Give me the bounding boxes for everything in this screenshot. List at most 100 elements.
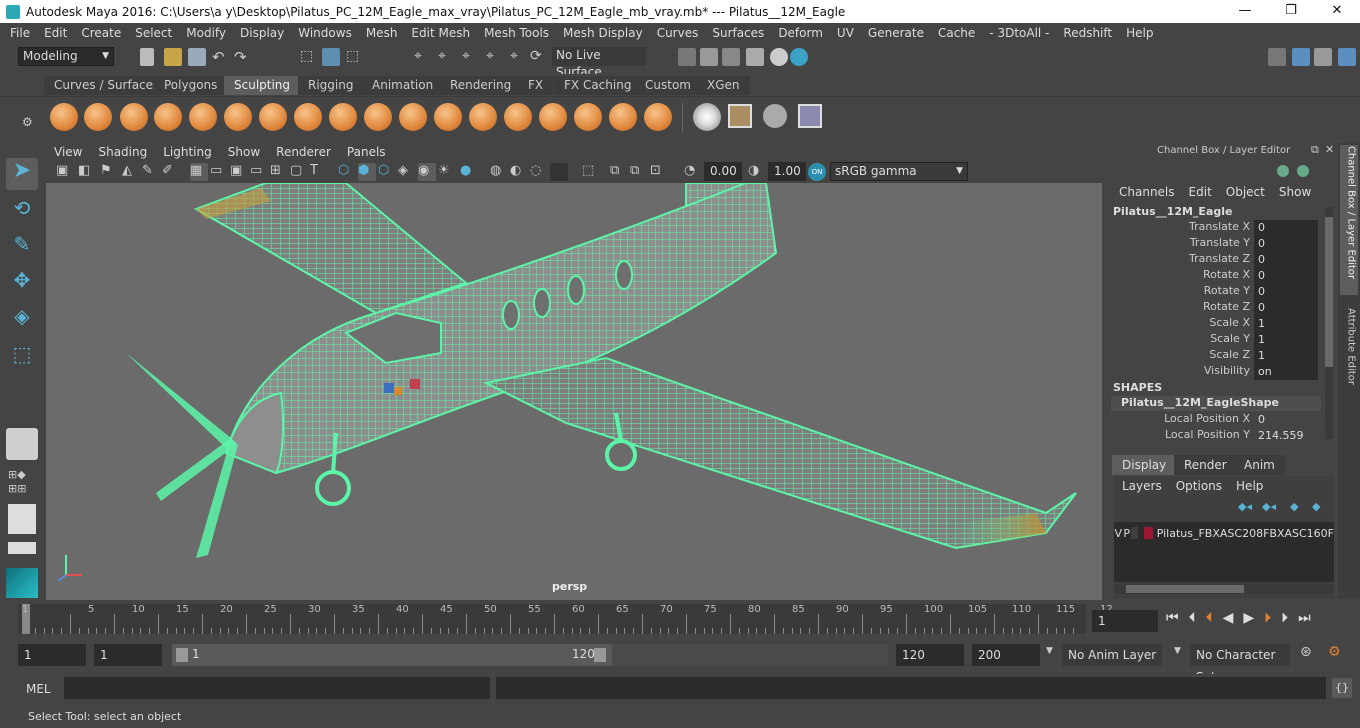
layer-menu-layers[interactable]: Layers bbox=[1122, 479, 1162, 493]
side-tab-channel-box[interactable]: Channel Box / Layer Editor bbox=[1340, 145, 1358, 295]
color-management-icon[interactable]: ON bbox=[808, 163, 826, 181]
menu-create[interactable]: Create bbox=[81, 26, 121, 40]
current-frame-input[interactable]: 1 bbox=[1092, 610, 1158, 632]
motion-blur-icon[interactable]: ◍ bbox=[490, 163, 508, 181]
ipr-render-icon[interactable] bbox=[722, 48, 740, 66]
select-component-icon[interactable]: ⬚ bbox=[346, 48, 364, 66]
knife-tool-icon[interactable] bbox=[504, 103, 532, 131]
pinch-tool-icon[interactable] bbox=[189, 103, 217, 131]
side-tab-attribute-editor[interactable]: Attribute Editor bbox=[1340, 303, 1358, 393]
shape-name[interactable]: Pilatus__12M_EagleShape bbox=[1111, 396, 1321, 411]
minimize-button[interactable]: — bbox=[1222, 0, 1268, 23]
attr-scale-z[interactable]: Scale Z 1 bbox=[1107, 348, 1322, 364]
attr-scale-y[interactable]: Scale Y 1 bbox=[1107, 332, 1322, 348]
tab-render[interactable]: Render bbox=[1174, 455, 1237, 475]
layer-visibility-toggle[interactable]: V bbox=[1114, 527, 1122, 540]
menu-edit-mesh[interactable]: Edit Mesh bbox=[411, 26, 470, 40]
snap-curve-icon[interactable]: ⌖ bbox=[438, 48, 456, 66]
freeze-tool-icon[interactable] bbox=[644, 103, 672, 131]
imprint-tool-icon[interactable] bbox=[364, 103, 392, 131]
smooth-tool-icon[interactable] bbox=[84, 103, 112, 131]
attr-value[interactable]: 1 bbox=[1254, 348, 1318, 364]
textured-icon[interactable]: ◈ bbox=[398, 163, 416, 181]
resolution-gate-icon[interactable]: ▣ bbox=[230, 163, 248, 181]
tab-fx[interactable]: FX bbox=[518, 76, 554, 95]
attr-visibility[interactable]: Visibility on bbox=[1107, 364, 1322, 380]
attr-translate-x[interactable]: Translate X 0 bbox=[1107, 220, 1322, 236]
viewport-menu-panels[interactable]: Panels bbox=[347, 145, 386, 159]
menu-generate[interactable]: Generate bbox=[868, 26, 924, 40]
select-object-icon[interactable] bbox=[322, 48, 340, 66]
single-perspective-layout-icon[interactable] bbox=[6, 428, 38, 460]
attribute-editor-toggle-icon[interactable] bbox=[1314, 48, 1332, 66]
command-language-label[interactable]: MEL bbox=[18, 680, 58, 698]
snap-grid-icon[interactable]: ⌖ bbox=[414, 48, 432, 66]
attr-translate-y[interactable]: Translate Y 0 bbox=[1107, 236, 1322, 252]
safe-title-icon[interactable]: T bbox=[310, 163, 328, 181]
character-set-dropdown[interactable]: No Character Set bbox=[1190, 644, 1290, 684]
safe-action-icon[interactable]: ▢ bbox=[290, 163, 308, 181]
close-panel-icon[interactable]: ✕ bbox=[1325, 143, 1334, 156]
render-settings-icon[interactable] bbox=[678, 48, 696, 66]
attr-value[interactable]: 0 bbox=[1254, 300, 1318, 316]
animation-preferences-icon[interactable]: ⚙ bbox=[1328, 644, 1348, 664]
attr-local-position-y[interactable]: Local Position Y 214.559 bbox=[1107, 428, 1322, 444]
wax-tool-icon[interactable] bbox=[399, 103, 427, 131]
depth-of-field-icon[interactable]: ◌ bbox=[530, 163, 548, 181]
bookmark-icon[interactable]: ⚑ bbox=[100, 163, 118, 181]
gamma-input[interactable]: 1.00 bbox=[768, 162, 806, 181]
save-scene-icon[interactable] bbox=[188, 48, 206, 66]
layer-type-toggle[interactable] bbox=[1130, 527, 1139, 539]
amplify-tool-icon[interactable] bbox=[609, 103, 637, 131]
magnet-icon[interactable]: ⟳ bbox=[530, 48, 548, 66]
texture-deformer-icon[interactable] bbox=[798, 104, 822, 128]
flatten-tool-icon[interactable] bbox=[224, 103, 252, 131]
step-back-key-icon[interactable]: ⏴ bbox=[1206, 610, 1213, 632]
move-tool-icon[interactable]: ✥ bbox=[6, 268, 38, 300]
attr-value[interactable]: 214.559 bbox=[1254, 428, 1318, 444]
isolate-select-icon[interactable] bbox=[550, 163, 568, 181]
live-surface-field[interactable]: No Live Surface bbox=[552, 47, 646, 79]
close-button[interactable]: ✕ bbox=[1314, 0, 1360, 23]
step-forward-key-icon[interactable]: ⏵ bbox=[1264, 610, 1271, 632]
shadows-icon[interactable]: ☀ bbox=[438, 163, 456, 181]
repeat-tool-icon[interactable] bbox=[329, 103, 357, 131]
redo-icon[interactable]: ↷ bbox=[234, 48, 252, 66]
attr-value[interactable]: 0 bbox=[1254, 252, 1318, 268]
layer-hscrollbar[interactable] bbox=[1114, 584, 1334, 594]
time-slider-ruler[interactable]: 1 5 10 15 20 25 30 35 40 45 50 55 60 65 70 75 80 85 90 95 10… bbox=[18, 604, 1113, 634]
script-editor-icon[interactable]: {} bbox=[1332, 678, 1352, 698]
menu-deform[interactable]: Deform bbox=[778, 26, 823, 40]
range-start-handle[interactable] bbox=[176, 648, 188, 662]
range-end-handle[interactable] bbox=[594, 648, 606, 662]
tab-polygons[interactable]: Polygons bbox=[154, 76, 228, 95]
fill-tool-icon[interactable] bbox=[469, 103, 497, 131]
sculpt-tool-icon[interactable] bbox=[50, 103, 78, 131]
channel-menu-edit[interactable]: Edit bbox=[1189, 185, 1212, 199]
grease-pencil-icon[interactable]: ✎ bbox=[142, 163, 160, 181]
maya-home-icon[interactable] bbox=[6, 568, 38, 598]
play-forwards-icon[interactable]: ▶ bbox=[1243, 610, 1254, 632]
lasso-tool-icon[interactable]: ⟲ bbox=[6, 196, 38, 228]
tab-fx-caching[interactable]: FX Caching bbox=[554, 76, 642, 95]
menu-windows[interactable]: Windows bbox=[298, 26, 352, 40]
tab-sculpting[interactable]: Sculpting bbox=[224, 76, 301, 95]
film-gate-icon[interactable]: ▭ bbox=[210, 163, 228, 181]
grab-tool-icon[interactable] bbox=[154, 103, 182, 131]
channel-box-toggle-icon[interactable] bbox=[1277, 165, 1289, 177]
tab-display[interactable]: Display bbox=[1112, 455, 1177, 475]
sculpt-layers-icon[interactable] bbox=[728, 104, 752, 128]
menu-file[interactable]: File bbox=[10, 26, 30, 40]
wireframe-on-shaded-icon[interactable]: ⬡ bbox=[378, 163, 396, 181]
perspective-viewport[interactable]: persp bbox=[46, 183, 1102, 600]
attr-translate-z[interactable]: Translate Z 0 bbox=[1107, 252, 1322, 268]
viewport-menu-show[interactable]: Show bbox=[228, 145, 260, 159]
attr-value[interactable]: 1 bbox=[1254, 332, 1318, 348]
relax-tool-icon[interactable] bbox=[120, 103, 148, 131]
maximize-button[interactable]: ❐ bbox=[1268, 0, 1314, 23]
gate-mask-icon[interactable]: ▭ bbox=[250, 163, 268, 181]
start-time-input[interactable]: 1 bbox=[18, 644, 86, 666]
float-panel-icon[interactable]: ⧉ bbox=[1311, 143, 1319, 157]
convert-to-frozen-icon[interactable] bbox=[693, 103, 721, 131]
snap-view-icon[interactable]: ⌖ bbox=[486, 48, 504, 66]
